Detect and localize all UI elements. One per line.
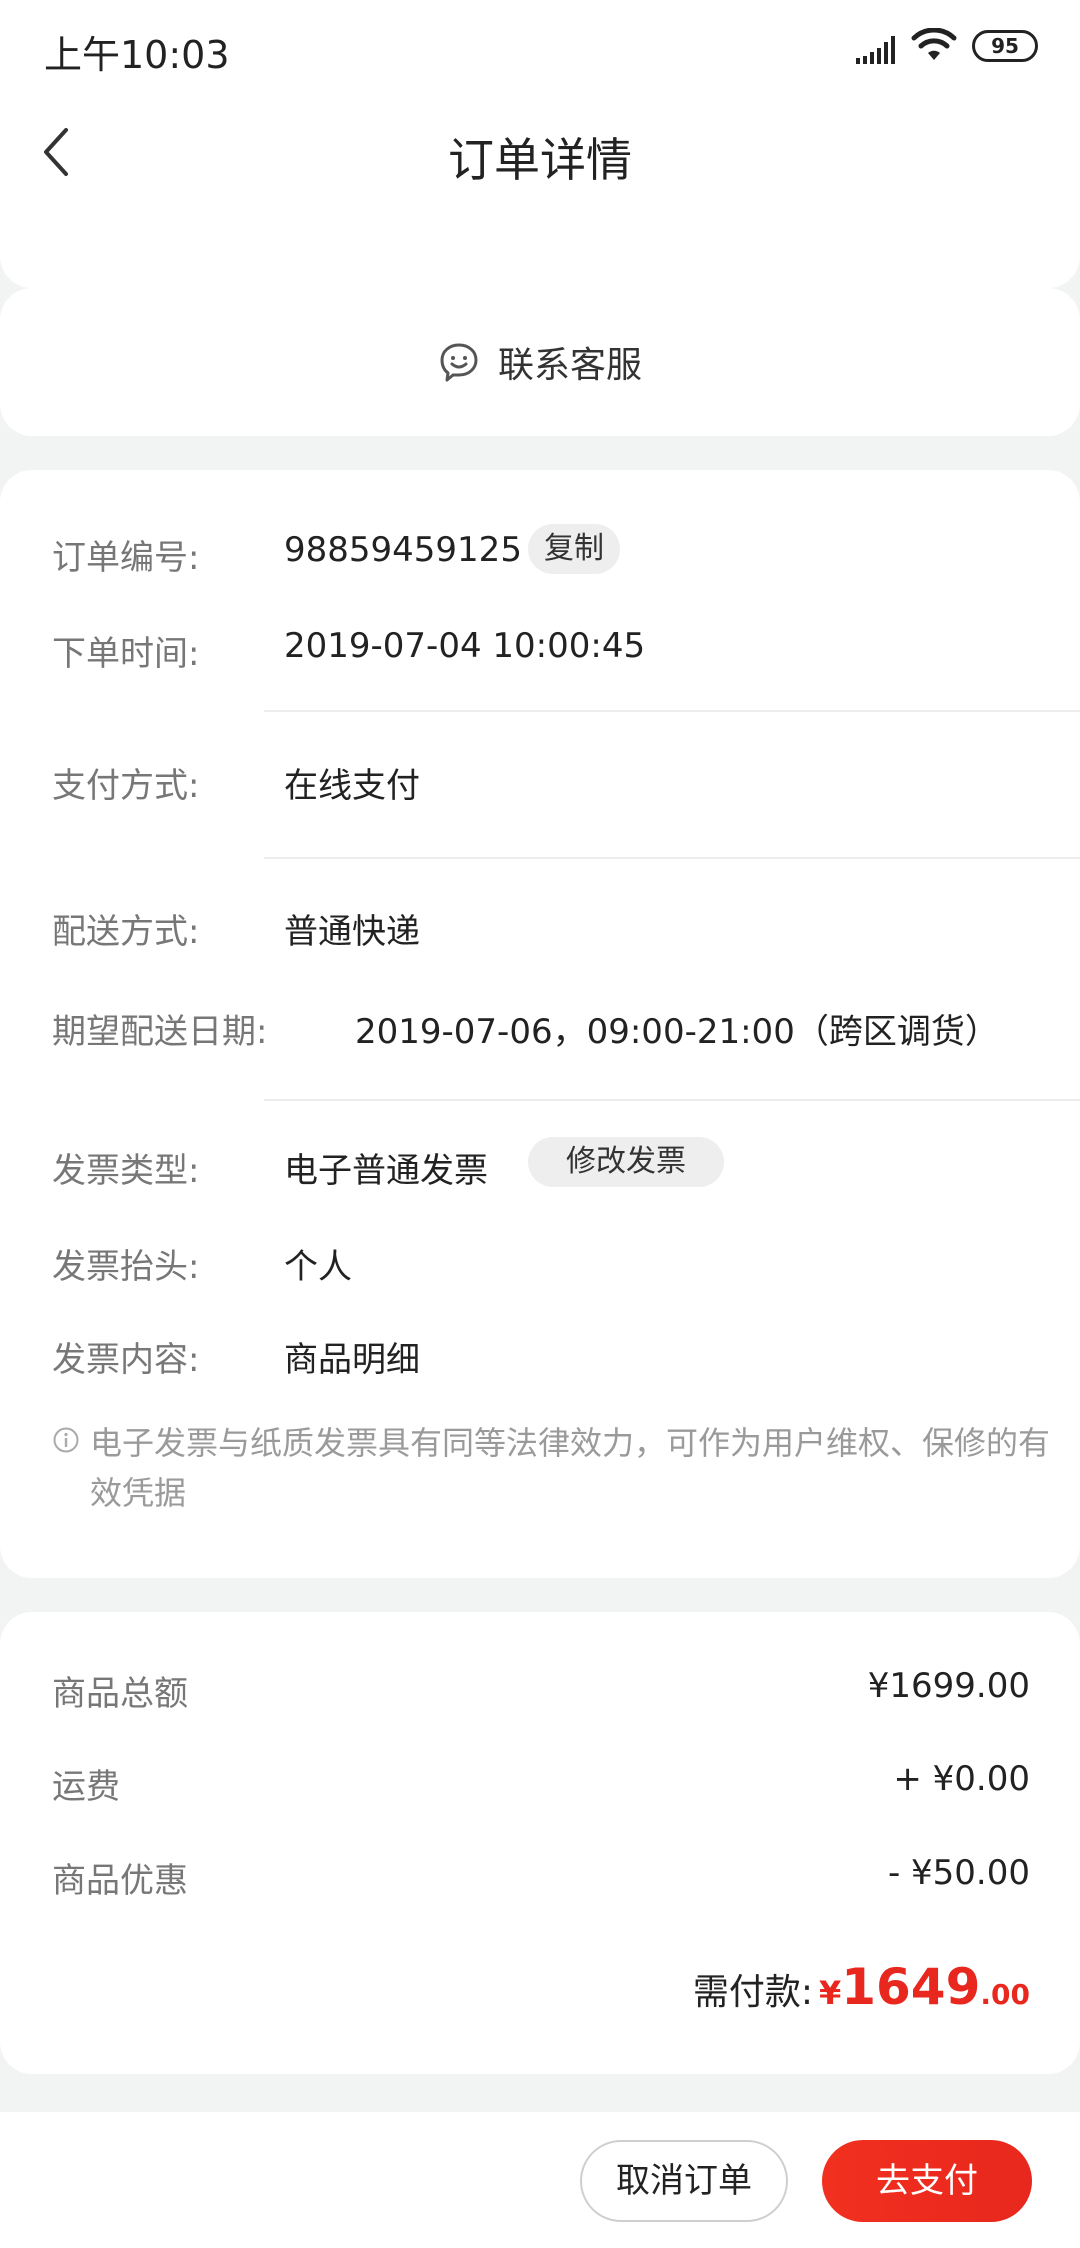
signal-icon bbox=[856, 36, 895, 64]
order-time-row: 下单时间: 2019-07-04 10:00:45 bbox=[0, 616, 1080, 680]
nav-bar: 订单详情 bbox=[0, 96, 1080, 220]
contact-service-label: 联系客服 bbox=[497, 345, 642, 386]
discount-row: 商品优惠 - ¥50.00 bbox=[0, 1845, 1080, 1909]
order-number-value: 98859459125 bbox=[284, 530, 522, 570]
chat-smile-icon bbox=[440, 343, 478, 382]
invoice-title-row: 发票抬头: 个人 bbox=[0, 1229, 1080, 1293]
status-time: 上午10:03 bbox=[44, 33, 230, 77]
edit-invoice-button[interactable]: 修改发票 bbox=[528, 1137, 724, 1187]
subtotal-row: 商品总额 ¥1699.00 bbox=[0, 1658, 1080, 1722]
battery-indicator: 95 bbox=[972, 30, 1038, 62]
divider bbox=[264, 710, 1080, 712]
subtotal-amount: ¥1699.00 bbox=[867, 1666, 1030, 1706]
pay-button[interactable]: 去支付 bbox=[822, 2140, 1032, 2222]
order-time-value: 2019-07-04 10:00:45 bbox=[284, 626, 646, 666]
info-icon bbox=[53, 1427, 79, 1453]
total-due-label: 需付款: bbox=[692, 1972, 813, 2013]
shipping-row: 运费 + ¥0.00 bbox=[0, 1751, 1080, 1815]
invoice-title-label: 发票抬头: bbox=[52, 1247, 200, 1287]
order-number-row: 订单编号: 98859459125 复制 bbox=[0, 520, 1080, 584]
expected-date-value: 2019-07-06，09:00-21:00（跨区调货） bbox=[355, 1012, 999, 1052]
payment-method-row: 支付方式: 在线支付 bbox=[0, 748, 1080, 812]
status-bar: 上午10:03 95 bbox=[0, 0, 1080, 96]
delivery-method-row: 配送方式: 普通快递 bbox=[0, 894, 1080, 958]
invoice-content-row: 发票内容: 商品明细 bbox=[0, 1322, 1080, 1386]
invoice-notice-text: 电子发票与纸质发票具有同等法律效力，可作为用户维权、保修的有效凭据 bbox=[90, 1424, 1051, 1512]
total-currency: ¥ bbox=[818, 1974, 842, 2012]
shipping-label: 运费 bbox=[52, 1767, 120, 1807]
order-time-label: 下单时间: bbox=[52, 634, 200, 674]
shipping-amount: + ¥0.00 bbox=[893, 1759, 1030, 1799]
bottom-action-bar: 取消订单 去支付 bbox=[0, 2112, 1080, 2248]
expected-date-label: 期望配送日期: bbox=[52, 1012, 268, 1052]
cancel-order-button[interactable]: 取消订单 bbox=[580, 2140, 788, 2222]
divider bbox=[264, 857, 1080, 859]
payment-method-value: 在线支付 bbox=[284, 766, 420, 806]
delivery-method-label: 配送方式: bbox=[52, 912, 200, 952]
customer-service-card: 联系客服 bbox=[0, 288, 1080, 436]
subtotal-label: 商品总额 bbox=[52, 1674, 188, 1714]
divider bbox=[264, 1099, 1080, 1101]
invoice-type-row: 发票类型: 电子普通发票 修改发票 bbox=[0, 1133, 1080, 1197]
wifi-icon bbox=[911, 28, 957, 60]
discount-amount: - ¥50.00 bbox=[887, 1853, 1030, 1893]
copy-button[interactable]: 复制 bbox=[528, 524, 620, 574]
header-card: 上午10:03 95 订单详情 bbox=[0, 0, 1080, 288]
expected-date-row: 期望配送日期: 2019-07-06，09:00-21:00（跨区调货） bbox=[0, 994, 1080, 1058]
total-amount-integer: 1649 bbox=[841, 1958, 981, 2016]
invoice-content-label: 发票内容: bbox=[52, 1340, 200, 1380]
order-number-label: 订单编号: bbox=[52, 538, 200, 578]
delivery-method-value: 普通快递 bbox=[284, 912, 420, 952]
total-amount-decimal: .00 bbox=[980, 1978, 1030, 2011]
page-title: 订单详情 bbox=[448, 133, 632, 187]
payment-method-label: 支付方式: bbox=[52, 766, 200, 806]
invoice-type-label: 发票类型: bbox=[52, 1151, 200, 1191]
invoice-content-value: 商品明细 bbox=[284, 1340, 420, 1380]
total-due-row: 需付款: ¥ 1649 .00 bbox=[693, 1958, 1030, 2028]
invoice-title-value: 个人 bbox=[284, 1247, 352, 1287]
invoice-type-value: 电子普通发票 bbox=[284, 1151, 488, 1191]
contact-service-button[interactable]: 联系客服 bbox=[0, 288, 1080, 436]
discount-label: 商品优惠 bbox=[52, 1861, 188, 1901]
